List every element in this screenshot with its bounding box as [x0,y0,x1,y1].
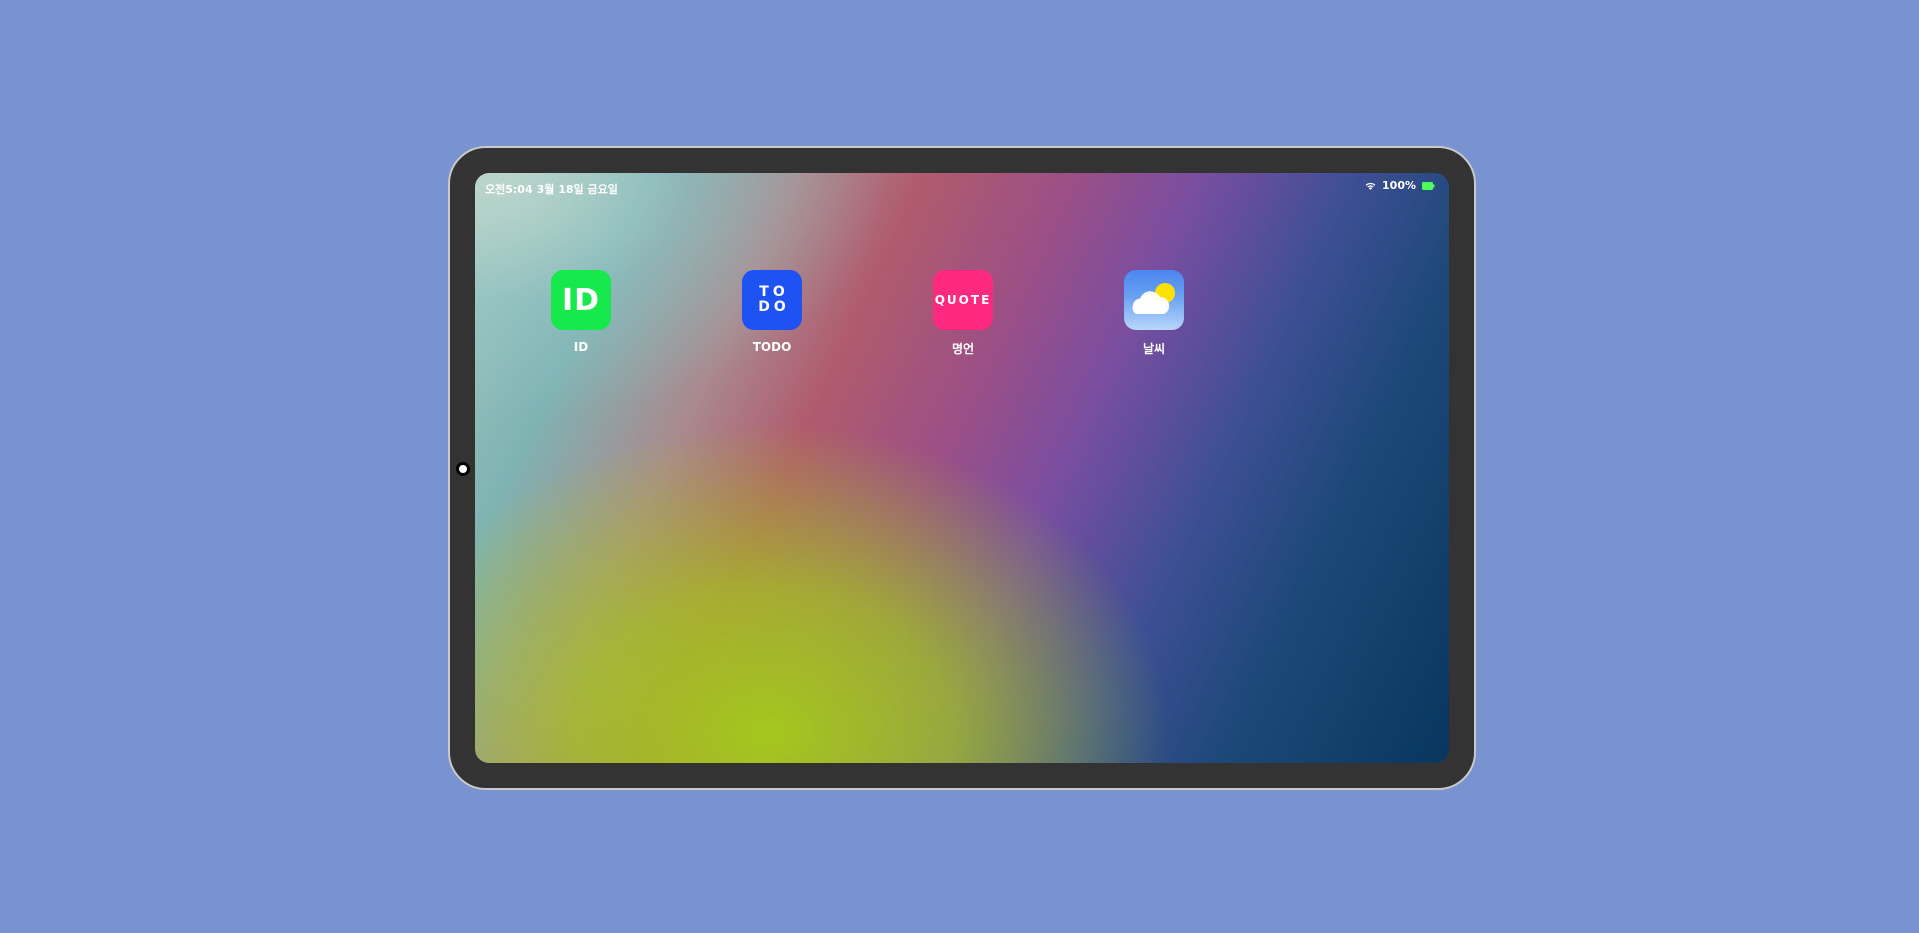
todo-app-icon[interactable]: TO DO [742,270,802,330]
app-label-id: ID [573,340,589,354]
app-id[interactable]: ID ID [531,270,631,354]
id-app-icon[interactable]: ID [551,270,611,330]
app-label-weather: 날씨 [1142,342,1166,356]
app-quote[interactable]: QUOTE 명언 [913,270,1013,357]
app-label-quote: 명언 [951,342,975,356]
app-label-todo: TODO [752,340,792,354]
quote-icon-text: QUOTE [934,293,992,307]
app-todo[interactable]: TO DO TODO [722,270,822,354]
home-screen: 오전5:04 3월 18일 금요일 100% ID ID TO DO TODO … [475,173,1449,763]
todo-icon-text-line2: DO [758,299,790,315]
app-grid: ID ID TO DO TODO QUOTE 명언 날씨 [475,173,1449,763]
home-button[interactable] [456,462,470,476]
cloud-sun-icon [1132,283,1175,314]
todo-icon-text-line1: TO [759,284,789,300]
id-icon-text: ID [561,282,601,318]
tablet-frame: 오전5:04 3월 18일 금요일 100% ID ID TO DO TODO … [448,146,1476,790]
app-weather[interactable]: 날씨 [1104,270,1204,357]
quote-app-icon[interactable]: QUOTE [933,270,993,330]
weather-app-icon[interactable] [1124,270,1184,330]
